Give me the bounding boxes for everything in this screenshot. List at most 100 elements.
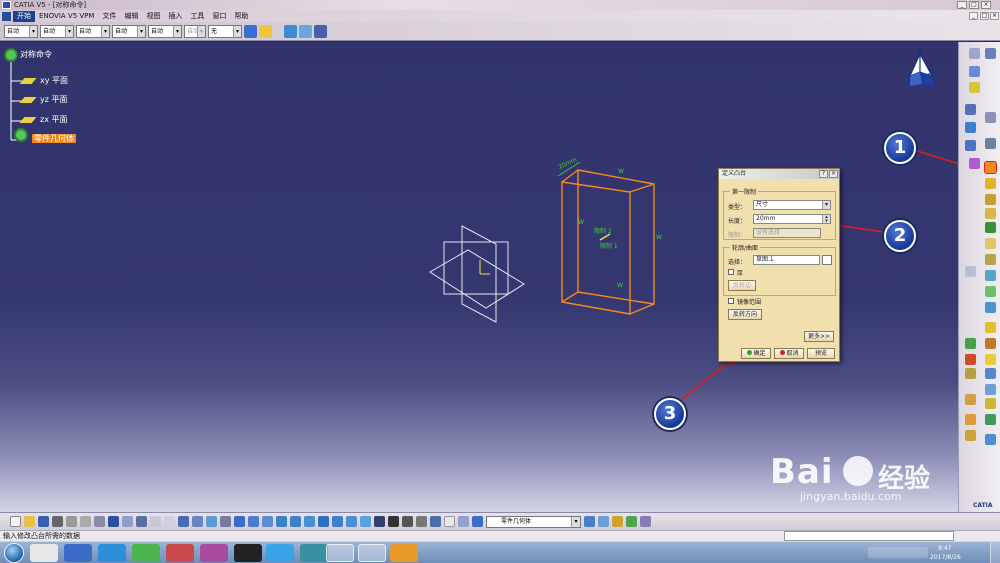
sew-icon[interactable] <box>985 434 996 445</box>
taskbar-app-5[interactable] <box>166 544 194 562</box>
catalog-icon[interactable] <box>192 516 203 527</box>
menu-insert[interactable]: 插入 <box>164 11 186 22</box>
select-arrow-icon[interactable] <box>985 112 996 123</box>
length-input[interactable]: 20mm ▴ ▾ <box>753 214 831 224</box>
hole-icon[interactable] <box>985 222 996 233</box>
rotate-icon[interactable] <box>262 516 273 527</box>
cancel-button[interactable]: 取消 <box>774 348 804 359</box>
draft-icon[interactable] <box>965 354 976 365</box>
stiffener-icon[interactable] <box>985 270 996 281</box>
grid-icon[interactable] <box>965 140 976 151</box>
current-body-combo[interactable]: 零件几何体 <box>486 515 581 528</box>
reverse-direction-button[interactable]: 反转方向 <box>728 309 762 320</box>
brush-icon[interactable] <box>244 24 257 38</box>
taskbar-app-9[interactable] <box>300 544 328 562</box>
thread-icon[interactable] <box>965 368 976 379</box>
copy-icon[interactable] <box>965 266 976 277</box>
groove-icon[interactable] <box>985 208 996 219</box>
document-icon[interactable] <box>2 11 11 21</box>
edit-icon[interactable] <box>985 138 996 149</box>
minimize-button[interactable]: _ <box>957 1 967 9</box>
taskbar-app-7[interactable] <box>234 544 262 562</box>
sketch-icon[interactable] <box>965 104 976 115</box>
thickness-icon[interactable] <box>985 354 996 365</box>
type-select[interactable]: 尺寸 ▾ <box>753 200 831 210</box>
pattern-icon[interactable] <box>985 398 996 409</box>
ie-icon[interactable] <box>98 544 126 562</box>
taskbar-app-2[interactable] <box>64 544 92 562</box>
start-button[interactable] <box>4 543 24 563</box>
copy-icon[interactable] <box>80 516 91 527</box>
chevron-down-icon[interactable]: ▾ <box>822 201 830 209</box>
knowledge-icon[interactable] <box>206 516 217 527</box>
boolean-icon[interactable] <box>985 414 996 425</box>
shaft-icon[interactable] <box>985 194 996 205</box>
plane-icon[interactable] <box>969 82 980 93</box>
cut-icon[interactable] <box>66 516 77 527</box>
taskbar-app-6[interactable] <box>200 544 228 562</box>
clock-time[interactable]: 9:47 <box>938 545 951 552</box>
line-thickness-combo[interactable]: 自动 <box>76 24 110 38</box>
point-symbol-combo[interactable]: 自动 <box>148 24 182 38</box>
painter-icon[interactable] <box>259 24 272 38</box>
mirror-extent-checkbox[interactable] <box>728 298 734 304</box>
label-icon[interactable] <box>444 516 455 527</box>
insert-body-icon[interactable] <box>584 516 595 527</box>
capture-icon[interactable] <box>388 516 399 527</box>
close-button[interactable]: × <box>981 1 991 9</box>
axis-system-icon[interactable] <box>430 516 441 527</box>
measure-icon[interactable] <box>969 158 980 169</box>
chamfer-icon[interactable] <box>985 338 996 349</box>
measure-item-icon[interactable] <box>626 516 637 527</box>
menu-edit[interactable]: 编辑 <box>120 11 142 22</box>
comment-icon[interactable] <box>164 516 175 527</box>
line-icon[interactable] <box>969 66 980 77</box>
apply-material-icon[interactable] <box>640 516 651 527</box>
translate-icon[interactable] <box>985 384 996 395</box>
shading-icon[interactable] <box>332 516 343 527</box>
doc-minimize-button[interactable]: _ <box>969 12 978 20</box>
maximize-button[interactable]: □ <box>969 1 979 9</box>
preview-button[interactable]: 预览 <box>807 348 835 359</box>
ok-button[interactable]: 确定 <box>741 348 771 359</box>
zoom-in-icon[interactable] <box>276 516 287 527</box>
dialog-close-button[interactable]: × <box>829 170 838 178</box>
render-icon[interactable] <box>374 516 385 527</box>
new-icon[interactable] <box>10 516 21 527</box>
fill-color-combo[interactable]: 自动 <box>4 24 38 38</box>
loft-icon[interactable] <box>985 286 996 297</box>
spinner-icon[interactable]: ▴ ▾ <box>822 215 830 224</box>
save-icon[interactable] <box>38 516 49 527</box>
tool-palette-icon[interactable] <box>472 516 483 527</box>
whats-this-icon[interactable] <box>136 516 147 527</box>
drag-handle-icon[interactable] <box>985 48 996 59</box>
menu-window[interactable]: 窗口 <box>208 11 230 22</box>
catalog-icon[interactable] <box>284 24 297 38</box>
fly-mode-icon[interactable] <box>220 516 231 527</box>
taskbar-app-8[interactable] <box>266 544 294 562</box>
more-button[interactable]: 更多>> <box>804 331 834 342</box>
mirror-icon[interactable] <box>965 394 976 405</box>
hide-show-icon[interactable] <box>346 516 357 527</box>
table-icon[interactable] <box>178 516 189 527</box>
selection-field[interactable]: 草图.1 <box>753 255 820 265</box>
formula-icon[interactable] <box>150 516 161 527</box>
show-desktop-button[interactable] <box>990 542 1000 563</box>
layer-combo[interactable]: 无 <box>208 24 242 38</box>
undo-icon[interactable] <box>108 516 119 527</box>
menu-file[interactable]: 文件 <box>98 11 120 22</box>
menu-view[interactable]: 视图 <box>142 11 164 22</box>
point-icon[interactable] <box>969 48 980 59</box>
transparency-combo[interactable]: 自动 <box>40 24 74 38</box>
pocket-icon[interactable] <box>985 178 996 189</box>
scale-icon[interactable] <box>965 414 976 425</box>
sketch-edit-icon[interactable] <box>822 255 832 265</box>
explorer-icon[interactable] <box>326 544 354 562</box>
doc-close-button[interactable]: × <box>990 12 999 20</box>
menu-tools[interactable]: 工具 <box>186 11 208 22</box>
tray-icons[interactable] <box>868 547 928 558</box>
thick-checkbox[interactable] <box>728 269 734 275</box>
menu-start[interactable]: 开始 <box>13 10 35 22</box>
print-icon[interactable] <box>52 516 63 527</box>
shell-icon[interactable] <box>965 338 976 349</box>
